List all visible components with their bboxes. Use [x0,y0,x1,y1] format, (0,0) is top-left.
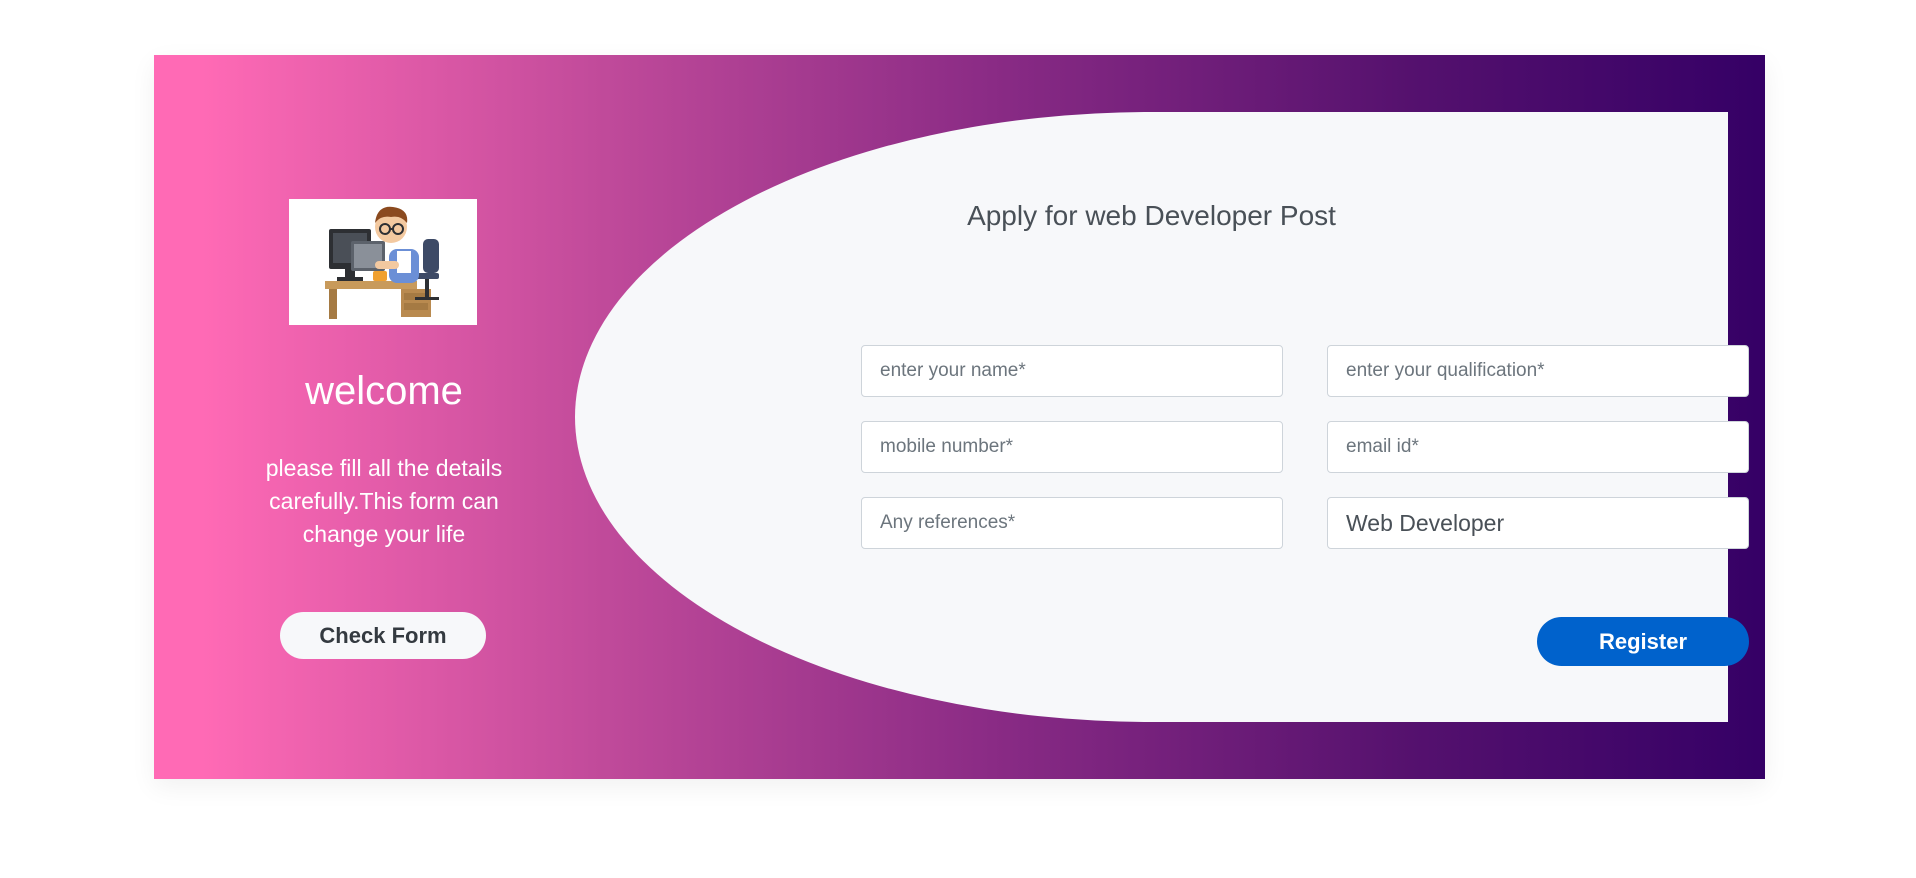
mobile-input[interactable] [861,421,1283,473]
registration-card: welcome please fill all the details care… [154,55,1765,779]
form-title: Apply for web Developer Post [967,200,1336,231]
check-form-button[interactable]: Check Form [280,612,486,659]
post-input[interactable] [1327,497,1749,549]
developer-illustration-icon [289,199,477,325]
email-input[interactable] [1327,421,1749,473]
welcome-heading: welcome [305,369,463,413]
form-panel: Apply for web Developer Post Register [575,112,1749,722]
form-container: Apply for web Developer Post Register [575,112,1749,722]
name-input[interactable] [861,345,1283,397]
references-input[interactable] [861,497,1283,549]
qualification-input[interactable] [1327,345,1749,397]
register-button[interactable]: Register [1537,617,1749,666]
welcome-sidebar: welcome please fill all the details care… [154,55,614,779]
welcome-description: please fill all the details carefully.Th… [265,455,503,547]
